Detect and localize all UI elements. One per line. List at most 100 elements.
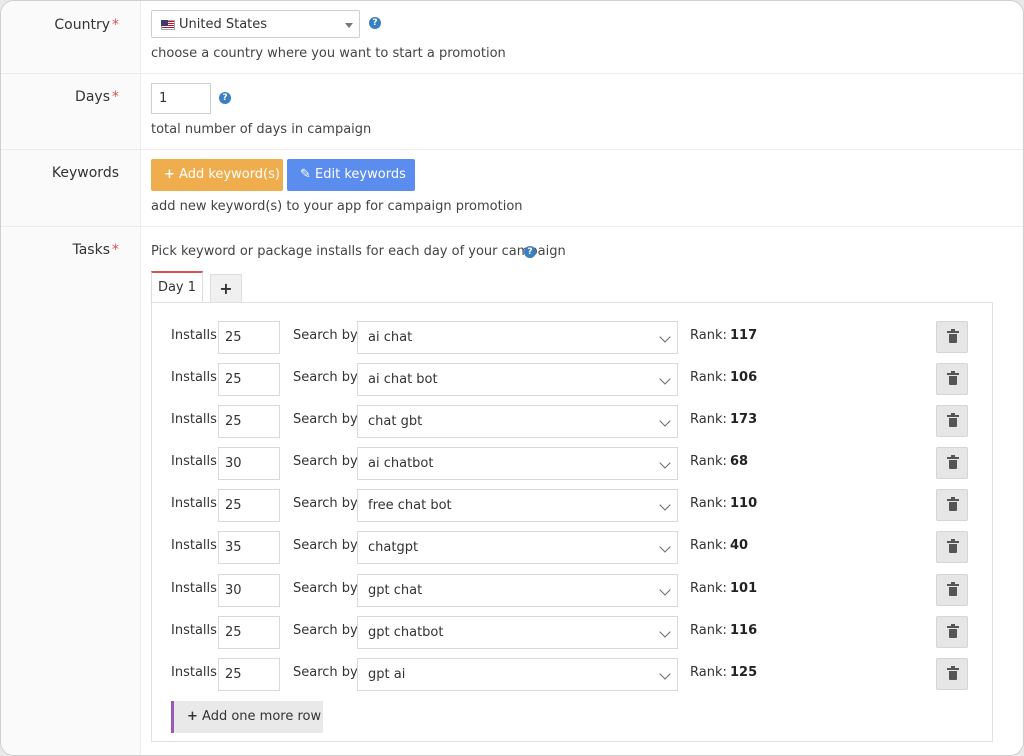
chevron-down-icon [659, 668, 671, 680]
keyword-select[interactable]: gpt chat [357, 574, 678, 607]
delete-row-button[interactable] [936, 363, 968, 395]
installs-input[interactable] [218, 321, 280, 354]
rank-value: 106 [730, 370, 758, 385]
trash-icon [947, 413, 959, 428]
trash-icon [947, 455, 959, 470]
keyword-select[interactable]: chatgpt [357, 531, 678, 564]
keyword-value: ai chat bot [368, 372, 438, 387]
keyword-value: gpt chatbot [368, 625, 444, 640]
add-keywords-button[interactable]: + Add keyword(s) [151, 159, 283, 191]
keyword-select[interactable]: ai chat [357, 321, 678, 354]
rank-label: Rank: [690, 454, 727, 469]
country-hint: choose a country where you want to start… [151, 46, 506, 61]
search-by-label: Search by [293, 581, 358, 596]
plus-icon: + [164, 167, 175, 182]
delete-row-button[interactable] [936, 321, 968, 353]
task-row: Installs Search by chatgpt Rank:40 [171, 531, 971, 564]
days-input[interactable] [151, 83, 211, 114]
search-by-label: Search by [293, 538, 358, 553]
search-by-label: Search by [293, 454, 358, 469]
installs-input[interactable] [218, 405, 280, 438]
search-by-label: Search by [293, 328, 358, 343]
tab-day-1[interactable]: Day 1 [151, 271, 203, 302]
installs-input[interactable] [218, 574, 280, 607]
installs-input[interactable] [218, 658, 280, 691]
trash-icon [947, 624, 959, 639]
required-mark: * [112, 89, 119, 105]
keyword-value: chatgpt [368, 540, 419, 555]
search-by-label: Search by [293, 665, 358, 680]
installs-label: Installs [171, 328, 217, 343]
rank-value: 40 [730, 538, 749, 553]
keywords-hint: add new keyword(s) to your app for campa… [151, 199, 523, 214]
search-by-label: Search by [293, 623, 358, 638]
question-circle-icon[interactable]: ? [219, 92, 231, 104]
trash-icon [947, 582, 959, 597]
question-circle-icon[interactable]: ? [369, 17, 381, 29]
task-row: Installs Search by gpt ai Rank:125 [171, 658, 971, 691]
chevron-down-icon [659, 541, 671, 553]
task-row: Installs Search by free chat bot Rank:110 [171, 489, 971, 522]
edit-keywords-button[interactable]: ✎ Edit keywords [287, 159, 415, 191]
keyword-select[interactable]: free chat bot [357, 489, 678, 522]
rank-value: 117 [730, 328, 758, 343]
keyword-select[interactable]: chat gbt [357, 405, 678, 438]
rank-value: 116 [730, 623, 758, 638]
divider [1, 226, 1023, 227]
delete-row-button[interactable] [936, 405, 968, 437]
rank-value: 101 [730, 581, 758, 596]
trash-icon [947, 497, 959, 512]
rank-value: 125 [730, 665, 758, 680]
add-row-button[interactable]: + Add one more row [171, 701, 323, 733]
country-label: Country * [54, 17, 119, 33]
search-by-label: Search by [293, 412, 358, 427]
installs-label: Installs [171, 496, 217, 511]
delete-row-button[interactable] [936, 658, 968, 690]
add-day-tab[interactable]: + [210, 274, 242, 302]
chevron-down-icon [659, 373, 671, 385]
installs-label: Installs [171, 623, 217, 638]
rank-label: Rank: [690, 538, 727, 553]
rank-label: Rank: [690, 581, 727, 596]
chevron-down-icon [659, 584, 671, 596]
installs-input[interactable] [218, 531, 280, 564]
chevron-down-icon [659, 415, 671, 427]
rank-value: 68 [730, 454, 749, 469]
divider [1, 73, 1023, 74]
keyword-select[interactable]: ai chatbot [357, 447, 678, 480]
task-row: Installs Search by gpt chat Rank:101 [171, 574, 971, 607]
question-circle-icon[interactable]: ? [524, 246, 536, 258]
task-row: Installs Search by ai chat bot Rank:106 [171, 363, 971, 396]
keyword-select[interactable]: gpt chatbot [357, 616, 678, 649]
rank-label: Rank: [690, 623, 727, 638]
installs-input[interactable] [218, 616, 280, 649]
tasks-hint: Pick keyword or package installs for eac… [151, 244, 566, 259]
keyword-select[interactable]: gpt ai [357, 658, 678, 691]
delete-row-button[interactable] [936, 489, 968, 521]
installs-label: Installs [171, 454, 217, 469]
installs-input[interactable] [218, 363, 280, 396]
rank-value: 110 [730, 496, 758, 511]
delete-row-button[interactable] [936, 616, 968, 648]
required-mark: * [112, 17, 119, 33]
country-select[interactable]: United States [151, 10, 360, 38]
delete-row-button[interactable] [936, 531, 968, 563]
task-row: Installs Search by chat gbt Rank:173 [171, 405, 971, 438]
campaign-form: Country * United States ? choose a countr… [0, 0, 1024, 756]
installs-label: Installs [171, 370, 217, 385]
installs-label: Installs [171, 538, 217, 553]
tasks-label: Tasks * [72, 242, 119, 258]
trash-icon [947, 666, 959, 681]
trash-icon [947, 371, 959, 386]
chevron-down-icon [659, 626, 671, 638]
rank-label: Rank: [690, 665, 727, 680]
delete-row-button[interactable] [936, 447, 968, 479]
installs-input[interactable] [218, 447, 280, 480]
rank-label: Rank: [690, 328, 727, 343]
installs-input[interactable] [218, 489, 280, 522]
country-value: United States [179, 17, 268, 32]
installs-label: Installs [171, 412, 217, 427]
delete-row-button[interactable] [936, 574, 968, 606]
keyword-select[interactable]: ai chat bot [357, 363, 678, 396]
plus-icon: + [187, 709, 198, 724]
